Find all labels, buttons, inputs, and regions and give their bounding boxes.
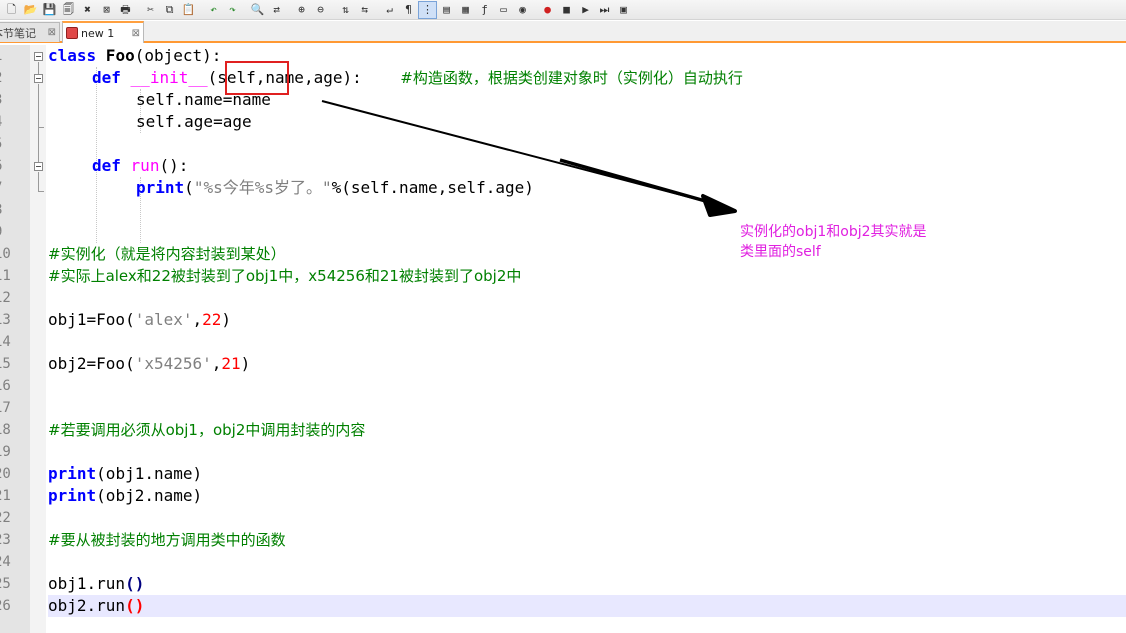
brace-match-highlight: (): [125, 596, 145, 615]
folder-workspace-icon[interactable]: ▭: [494, 1, 513, 19]
paste-icon[interactable]: 📋: [179, 1, 198, 19]
redo-icon[interactable]: ↷: [223, 1, 242, 19]
code-line-7: print("%s今年%s岁了。"%(self.name,self.age): [136, 178, 534, 197]
current-line-highlight: [48, 595, 1126, 617]
find-icon[interactable]: 🔍: [248, 1, 267, 19]
save-icon[interactable]: 💾: [40, 1, 59, 19]
word-wrap-icon[interactable]: ↵: [380, 1, 399, 19]
code-line-13: obj1=Foo('alex',22): [48, 310, 232, 329]
new-file-icon[interactable]: 🗋: [2, 1, 21, 19]
line-number: 21: [0, 488, 11, 504]
function-list-icon[interactable]: ƒ: [475, 1, 494, 19]
close-icon[interactable]: ⊠: [48, 27, 56, 38]
cut-icon[interactable]: ✂: [141, 1, 160, 19]
line-number: 20: [0, 466, 11, 482]
sync-horizontal-icon[interactable]: ⇆: [355, 1, 374, 19]
print-icon[interactable]: 🖶: [116, 1, 135, 19]
close-icon[interactable]: ✖: [78, 1, 97, 19]
play-macro-icon[interactable]: ▶: [576, 1, 595, 19]
code-line-10: #实例化（就是将内容封装到某处）: [48, 245, 286, 263]
annotation-line-1: 实例化的obj1和obj2其实就是: [740, 224, 927, 240]
close-all-icon[interactable]: ⊠: [97, 1, 116, 19]
line-number: 26: [0, 598, 11, 614]
run-macro-multiple-icon[interactable]: ⏭: [595, 1, 614, 19]
line-number: 17: [0, 400, 11, 416]
line-number: 10: [0, 246, 11, 262]
line-number: 16: [0, 378, 11, 394]
tab-new-1[interactable]: new 1 ⊠: [62, 21, 144, 43]
line-number: 11: [0, 268, 11, 284]
unsaved-disk-icon: [66, 27, 78, 39]
code-line-20: print(obj1.name): [48, 464, 203, 483]
main-toolbar: 🗋 📂 💾 🗐 ✖ ⊠ 🖶 ✂ ⧉ 📋 ↶ ↷ 🔍 ⇄ ⊕ ⊖ ⇅ ⇆ ↵ ¶ …: [0, 0, 1126, 20]
replace-icon[interactable]: ⇄: [267, 1, 286, 19]
line-number: 15: [0, 356, 11, 372]
code-line-2: def __init__(self,name,age): #构造函数，根据类创建…: [92, 68, 743, 87]
code-line-4: self.age=age: [136, 112, 252, 131]
indent-guide-icon[interactable]: ⋮: [418, 0, 437, 19]
code-area[interactable]: class Foo(object): def __init__(self,nam…: [48, 45, 1126, 633]
code-line-11: #实际上alex和22被封装到了obj1中，x54256和21被封装到了obj2…: [48, 267, 522, 285]
sync-vertical-icon[interactable]: ⇅: [336, 1, 355, 19]
zoom-in-icon[interactable]: ⊕: [292, 1, 311, 19]
line-number: 9: [0, 221, 14, 243]
fold-toggle-icon[interactable]: [34, 162, 43, 171]
code-line-21: print(obj2.name): [48, 486, 203, 505]
tab-label: new 1: [81, 26, 115, 40]
code-line-23: #要从被封装的地方调用类中的函数: [48, 531, 286, 549]
line-number: 1: [0, 45, 14, 67]
fold-margin: [30, 45, 46, 633]
line-number: 12: [0, 290, 11, 306]
language-icon[interactable]: ▤: [437, 1, 456, 19]
monitor-icon[interactable]: ◉: [513, 1, 532, 19]
open-file-icon[interactable]: 📂: [21, 1, 40, 19]
line-number: 24: [0, 554, 11, 570]
tab-label: 本节笔记: [0, 26, 36, 40]
code-editor[interactable]: 1234567891011121314151617181920212223242…: [0, 45, 1126, 633]
line-number: 8: [0, 199, 14, 221]
stop-macro-icon[interactable]: ■: [557, 1, 576, 19]
show-all-chars-icon[interactable]: ¶: [399, 1, 418, 19]
line-number: 7: [0, 177, 14, 199]
line-number: 18: [0, 422, 11, 438]
line-number: 4: [0, 111, 14, 133]
line-number-gutter: 1234567891011121314151617181920212223242…: [0, 45, 30, 633]
line-number: 5: [0, 133, 14, 155]
doc-map-icon[interactable]: ▦: [456, 1, 475, 19]
copy-icon[interactable]: ⧉: [160, 1, 179, 19]
annotation-line-2: 类里面的self: [740, 244, 821, 260]
line-number: 23: [0, 532, 11, 548]
code-line-1: class Foo(object):: [48, 46, 222, 65]
record-macro-icon[interactable]: ●: [538, 1, 557, 19]
code-line-6: def run():: [92, 156, 189, 175]
line-number: 13: [0, 312, 11, 328]
code-line-26: obj2.run(): [48, 596, 145, 615]
fold-toggle-icon[interactable]: [34, 52, 43, 61]
save-macro-icon[interactable]: ▣: [614, 1, 633, 19]
line-number: 25: [0, 576, 11, 592]
line-number: 6: [0, 155, 14, 177]
code-line-15: obj2=Foo('x54256',21): [48, 354, 251, 373]
line-number: 2: [0, 67, 14, 89]
line-number: 14: [0, 334, 11, 350]
line-number: 3: [0, 89, 14, 111]
zoom-out-icon[interactable]: ⊖: [311, 1, 330, 19]
code-line-18: #若要调用必须从obj1，obj2中调用封装的内容: [48, 421, 366, 439]
annotation-note: 实例化的obj1和obj2其实就是 类里面的self: [740, 222, 970, 262]
tab-bar: 本节笔记 ⊠ new 1 ⊠: [0, 21, 1126, 43]
undo-icon[interactable]: ↶: [204, 1, 223, 19]
line-number: 22: [0, 510, 11, 526]
fold-toggle-icon[interactable]: [34, 74, 43, 83]
tab-notes[interactable]: 本节笔记 ⊠: [0, 22, 60, 42]
save-all-icon[interactable]: 🗐: [59, 1, 78, 19]
close-icon[interactable]: ⊠: [132, 28, 140, 39]
code-line-25: obj1.run(): [48, 574, 145, 593]
line-number: 19: [0, 444, 11, 460]
self-highlight-box: [225, 61, 289, 95]
